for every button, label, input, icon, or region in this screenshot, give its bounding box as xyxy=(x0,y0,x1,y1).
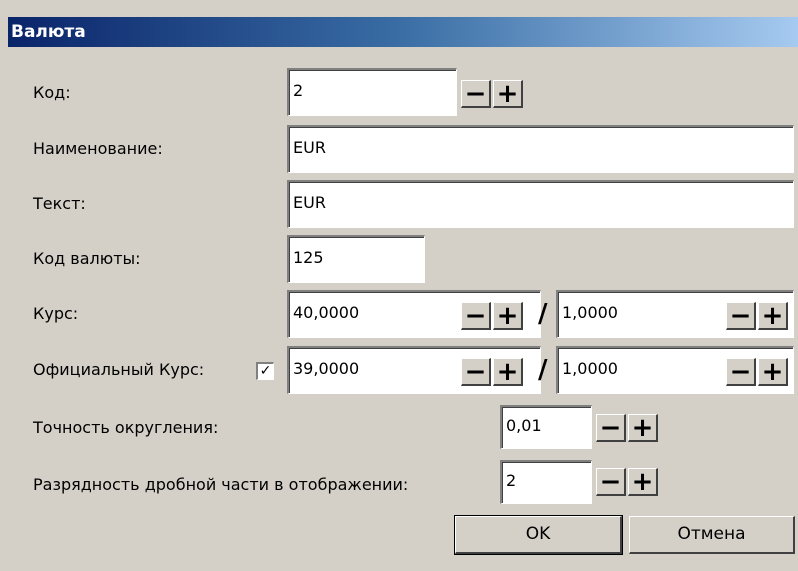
decimals-decrement-button[interactable]: − xyxy=(596,468,626,496)
official-rate-separator: / xyxy=(538,355,548,385)
official-rate-divisor-decrement-button[interactable]: − xyxy=(726,358,756,386)
name-label: Наименование: xyxy=(33,139,163,158)
rate-divisor-decrement-button[interactable]: − xyxy=(726,302,756,330)
decimals-label: Разрядность дробной части в отображении: xyxy=(33,475,409,494)
rate-label: Курс: xyxy=(33,304,79,323)
ok-button[interactable]: OK xyxy=(454,515,623,555)
rate-divisor-increment-button[interactable]: + xyxy=(758,302,788,330)
official-rate-checkbox[interactable]: ✓ xyxy=(256,362,274,380)
code-input[interactable]: 2 xyxy=(287,68,457,116)
rounding-input[interactable]: 0,01 xyxy=(500,405,592,449)
name-input[interactable]: EUR xyxy=(287,125,794,173)
rate-increment-button[interactable]: + xyxy=(493,302,523,330)
official-rate-label: Официальный Курс: xyxy=(33,360,205,379)
rounding-increment-button[interactable]: + xyxy=(628,414,658,442)
decimals-input[interactable]: 2 xyxy=(500,460,592,504)
official-rate-divisor-increment-button[interactable]: + xyxy=(758,358,788,386)
currency-code-label: Код валюты: xyxy=(33,249,141,268)
window-title: Валюта xyxy=(11,22,86,42)
rounding-decrement-button[interactable]: − xyxy=(596,414,626,442)
decimals-increment-button[interactable]: + xyxy=(628,468,658,496)
cancel-button[interactable]: Отмена xyxy=(629,516,795,554)
official-rate-increment-button[interactable]: + xyxy=(493,358,523,386)
rounding-label: Точность округления: xyxy=(33,418,219,437)
code-decrement-button[interactable]: − xyxy=(461,80,491,108)
official-rate-decrement-button[interactable]: − xyxy=(461,358,491,386)
code-increment-button[interactable]: + xyxy=(493,80,523,108)
currency-code-input[interactable]: 125 xyxy=(287,235,425,283)
rate-decrement-button[interactable]: − xyxy=(461,302,491,330)
text-label: Текст: xyxy=(33,194,86,213)
code-label: Код: xyxy=(33,83,71,102)
rate-separator: / xyxy=(538,299,548,329)
text-input[interactable]: EUR xyxy=(287,180,794,228)
window-titlebar: Валюта xyxy=(8,17,798,47)
window-frame xyxy=(0,17,8,571)
